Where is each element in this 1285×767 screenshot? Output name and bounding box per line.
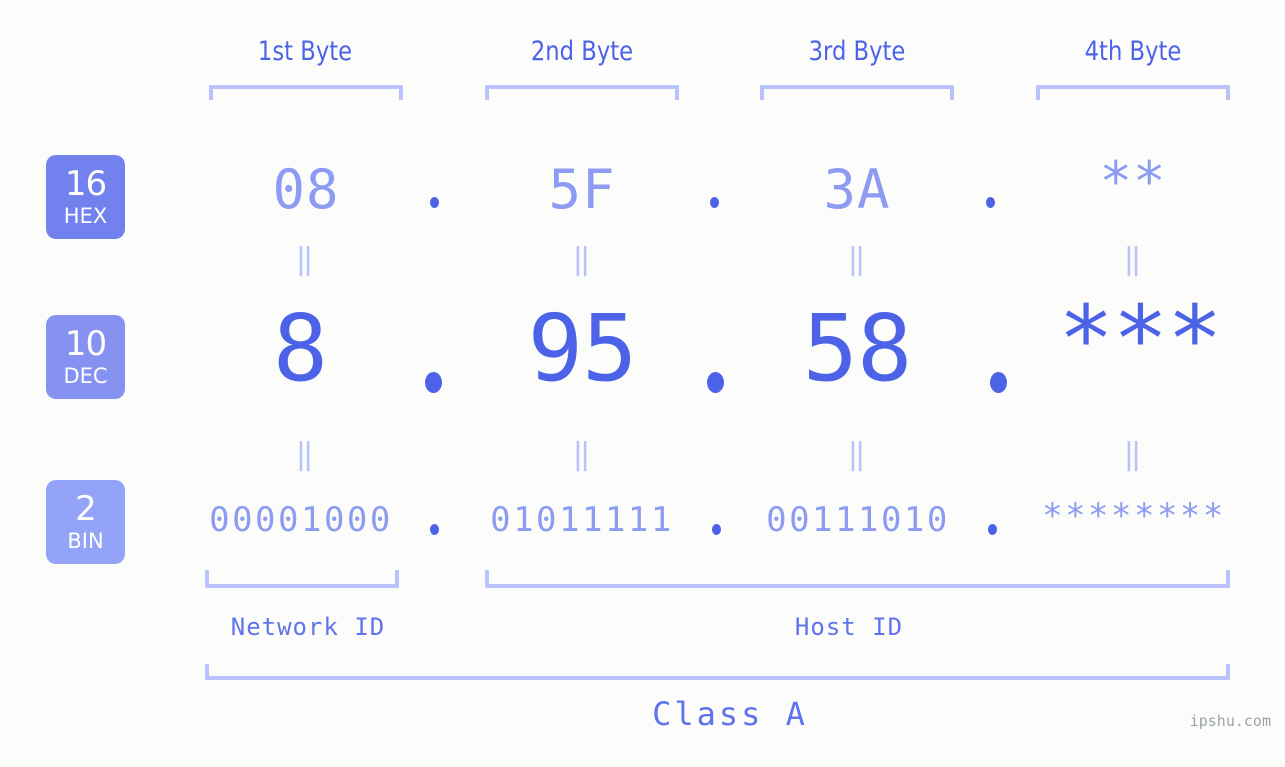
bin-byte-3: 00111010 — [766, 500, 950, 540]
byte-bracket-2 — [485, 85, 679, 100]
dec-byte-1: 8 — [272, 295, 328, 402]
dec-dot-2 — [707, 372, 724, 393]
equals-separator-dec-bin-4: ‖ — [1123, 437, 1143, 472]
bin-byte-4: ******** — [1042, 496, 1226, 536]
hex-dot-3 — [986, 197, 995, 208]
base-badge-hex-name: HEX — [63, 204, 108, 228]
base-badge-bin-number: 2 — [75, 489, 97, 529]
byte-header-4: 4th Byte — [1084, 36, 1182, 67]
base-badge-dec-number: 10 — [64, 324, 107, 364]
ip-address-breakdown-diagram: 1st Byte 2nd Byte 3rd Byte 4th Byte 16 H… — [0, 0, 1285, 767]
base-badge-dec: 10 DEC — [46, 315, 125, 399]
hex-byte-4: ** — [1099, 150, 1167, 213]
base-badge-hex-number: 16 — [64, 164, 107, 204]
network-id-label: Network ID — [230, 613, 386, 641]
bin-dot-2 — [712, 524, 721, 535]
base-badge-bin-name: BIN — [67, 529, 104, 553]
byte-header-1: 1st Byte — [257, 36, 353, 67]
hex-byte-2: 5F — [548, 158, 616, 221]
hex-byte-1: 08 — [272, 158, 340, 221]
bin-dot-1 — [430, 524, 439, 535]
byte-bracket-4 — [1036, 85, 1230, 100]
base-badge-hex: 16 HEX — [46, 155, 125, 239]
watermark: ipshu.com — [1189, 712, 1271, 730]
host-id-bracket — [485, 570, 1230, 588]
base-badge-bin: 2 BIN — [46, 480, 125, 564]
hex-dot-1 — [430, 197, 439, 208]
equals-separator-hex-dec-4: ‖ — [1123, 242, 1143, 277]
dec-dot-1 — [425, 372, 442, 393]
bin-byte-1: 00001000 — [209, 500, 393, 540]
bin-dot-3 — [988, 524, 997, 535]
dec-byte-3: 58 — [802, 295, 913, 402]
byte-bracket-1 — [209, 85, 403, 100]
class-label: Class A — [652, 695, 808, 733]
class-bracket — [205, 664, 1230, 680]
byte-header-2: 2nd Byte — [530, 36, 634, 67]
bin-byte-2: 01011111 — [490, 500, 674, 540]
byte-bracket-3 — [760, 85, 954, 100]
hex-dot-2 — [710, 197, 719, 208]
dec-byte-2: 95 — [527, 295, 638, 402]
host-id-label: Host ID — [794, 613, 904, 641]
equals-separator-dec-bin-2: ‖ — [572, 437, 592, 472]
hex-byte-3: 3A — [823, 158, 891, 221]
equals-separator-dec-bin-1: ‖ — [295, 437, 315, 472]
network-id-bracket — [205, 570, 399, 588]
equals-separator-hex-dec-1: ‖ — [295, 242, 315, 277]
byte-header-3: 3rd Byte — [808, 36, 906, 67]
dec-dot-3 — [990, 372, 1007, 393]
equals-separator-hex-dec-2: ‖ — [572, 242, 592, 277]
base-badge-dec-name: DEC — [63, 364, 108, 388]
equals-separator-dec-bin-3: ‖ — [847, 437, 867, 472]
dec-byte-4: *** — [1058, 286, 1222, 393]
equals-separator-hex-dec-3: ‖ — [847, 242, 867, 277]
